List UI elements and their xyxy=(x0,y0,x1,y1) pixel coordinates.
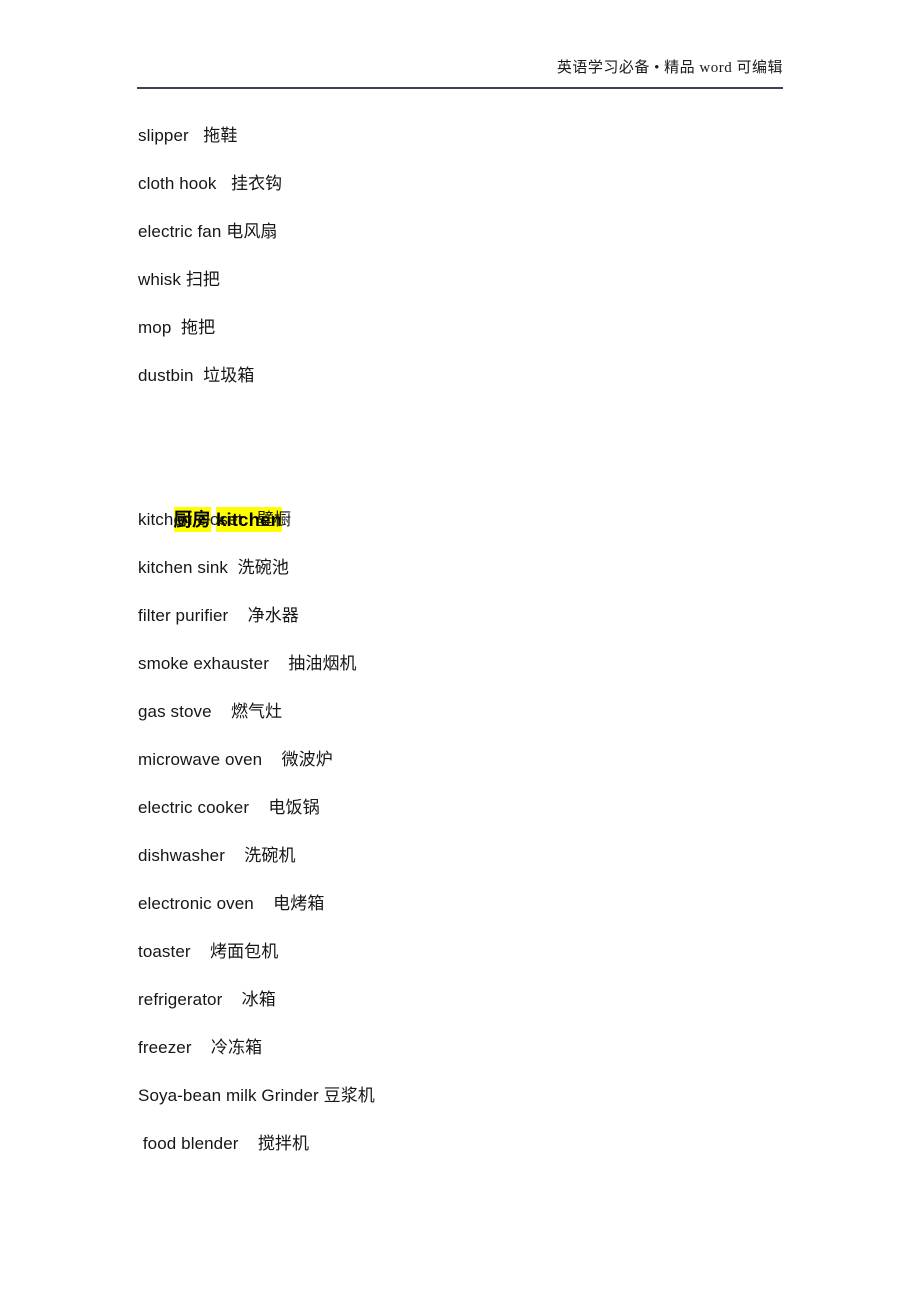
vocabulary-entry: dustbin 垃圾箱 xyxy=(138,366,255,385)
vocabulary-entry: electronic oven 电烤箱 xyxy=(138,894,325,913)
vocabulary-entry: smoke exhauster 抽油烟机 xyxy=(138,654,357,673)
vocabulary-section: slipper 拖鞋 cloth hook 挂衣钩 electric fan 电… xyxy=(138,112,838,400)
header-watermark-text: 英语学习必备 • 精品 word 可编辑 xyxy=(556,60,783,76)
vocabulary-entry: microwave oven 微波炉 xyxy=(138,750,333,769)
vocabulary-entry: whisk 扫把 xyxy=(138,270,221,289)
vocabulary-entry: toaster 烤面包机 xyxy=(138,942,279,961)
vocabulary-entry: kitchen sink 洗碗池 xyxy=(138,558,289,577)
page-header: 英语学习必备 • 精品 word 可编辑 xyxy=(137,58,783,78)
header-divider-rule xyxy=(137,87,783,89)
vocabulary-entry: food blender 搅拌机 xyxy=(138,1134,310,1153)
vocabulary-entry: dishwasher 洗碗机 xyxy=(138,846,296,865)
document-body: slipper 拖鞋 cloth hook 挂衣钩 electric fan 电… xyxy=(138,112,838,1168)
vocabulary-entry: kitchen closet 壁橱 xyxy=(138,510,292,529)
vocabulary-section: 厨房 kitchen kitchen closet 壁橱 kitchen sink… xyxy=(138,448,838,1168)
vocabulary-entry: refrigerator 冰箱 xyxy=(138,990,276,1009)
document-page: 英语学习必备 • 精品 word 可编辑 slipper 拖鞋 cloth ho… xyxy=(0,0,920,1302)
vocabulary-entry: filter purifier 净水器 xyxy=(138,606,299,625)
vocabulary-entry: gas stove 燃气灶 xyxy=(138,702,283,721)
vocabulary-entry: mop 拖把 xyxy=(138,318,216,337)
vocabulary-entry: freezer 冷冻箱 xyxy=(138,1038,263,1057)
vocabulary-entry: electric cooker 电饭锅 xyxy=(138,798,320,817)
section-heading-kitchen: 厨房 kitchen xyxy=(138,448,838,532)
vocabulary-entry: electric fan 电风扇 xyxy=(138,222,278,241)
vocabulary-entry: Soya-bean milk Grinder 豆浆机 xyxy=(138,1086,375,1105)
vocabulary-entry: cloth hook 挂衣钩 xyxy=(138,174,283,193)
vocabulary-entry: slipper 拖鞋 xyxy=(138,126,238,145)
